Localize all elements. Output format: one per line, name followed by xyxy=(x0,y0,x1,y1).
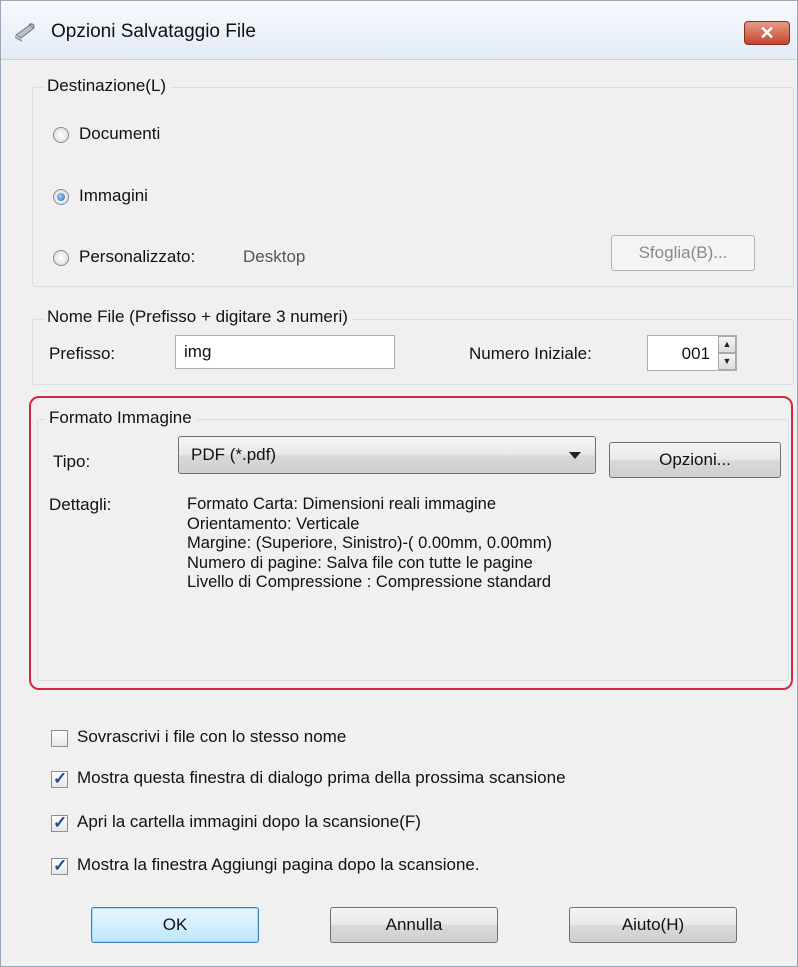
filename-legend: Nome File (Prefisso + digitare 3 numeri) xyxy=(43,307,352,327)
show-dialog-label: Mostra questa finestra di dialogo prima … xyxy=(77,768,566,787)
arrow-down-icon[interactable]: ▼ xyxy=(718,353,736,370)
save-options-dialog: Opzioni Salvataggio File ✕ Destinazione(… xyxy=(0,0,798,967)
checkmark-icon: ✓ xyxy=(53,856,68,875)
add-page-checkbox-row[interactable]: ✓ Mostra la finestra Aggiungi pagina dop… xyxy=(51,855,751,879)
prefix-input[interactable]: img xyxy=(175,335,395,369)
arrow-up-icon[interactable]: ▲ xyxy=(718,336,736,353)
radio-documenti-label: Documenti xyxy=(79,124,161,143)
radio-personalizzato-button[interactable] xyxy=(53,250,69,266)
radio-personalizzato-label: Personalizzato: xyxy=(79,247,196,266)
overwrite-label: Sovrascrivi i file con lo stesso nome xyxy=(77,727,347,746)
window-title: Opzioni Salvataggio File xyxy=(51,21,256,42)
checkmark-icon: ✓ xyxy=(53,813,68,832)
checkmark-icon: ✓ xyxy=(53,769,68,788)
help-button[interactable]: Aiuto(H) xyxy=(569,907,737,943)
scanner-icon xyxy=(15,23,35,42)
start-number-label: Numero Iniziale: xyxy=(469,344,592,363)
show-dialog-checkbox-row[interactable]: ✓ Mostra questa finestra di dialogo prim… xyxy=(51,768,751,792)
ok-button[interactable]: OK xyxy=(91,907,259,943)
radio-documenti[interactable]: Documenti xyxy=(53,124,253,148)
browse-button[interactable]: Sfoglia(B)... xyxy=(611,235,755,271)
highlight-frame xyxy=(29,396,793,690)
radio-personalizzato[interactable]: Personalizzato: xyxy=(53,247,253,271)
open-folder-label: Apri la cartella immagini dopo la scansi… xyxy=(77,812,421,831)
open-folder-checkbox-row[interactable]: ✓ Apri la cartella immagini dopo la scan… xyxy=(51,812,751,836)
radio-immagini-label: Immagini xyxy=(79,186,148,205)
radio-immagini[interactable]: Immagini xyxy=(53,186,253,210)
overwrite-checkbox-row[interactable]: Sovrascrivi i file con lo stesso nome xyxy=(51,727,751,751)
radio-immagini-button[interactable] xyxy=(53,189,69,205)
overwrite-checkbox[interactable] xyxy=(51,730,68,747)
radio-documenti-button[interactable] xyxy=(53,127,69,143)
destination-legend: Destinazione(L) xyxy=(43,76,171,96)
add-page-checkbox[interactable]: ✓ xyxy=(51,856,68,875)
show-dialog-checkbox[interactable]: ✓ xyxy=(51,769,68,788)
cancel-button[interactable]: Annulla xyxy=(330,907,498,943)
open-folder-checkbox[interactable]: ✓ xyxy=(51,813,68,832)
title-bar[interactable]: Opzioni Salvataggio File ✕ xyxy=(1,1,797,60)
prefix-label: Prefisso: xyxy=(49,344,116,363)
close-icon: ✕ xyxy=(759,23,775,43)
custom-path-value: Desktop xyxy=(243,247,306,266)
start-number-value: 001 xyxy=(681,344,710,363)
start-number-stepper[interactable]: 001 ▲ ▼ xyxy=(647,335,737,371)
add-page-label: Mostra la finestra Aggiungi pagina dopo … xyxy=(77,855,480,874)
close-button[interactable]: ✕ xyxy=(744,21,790,45)
